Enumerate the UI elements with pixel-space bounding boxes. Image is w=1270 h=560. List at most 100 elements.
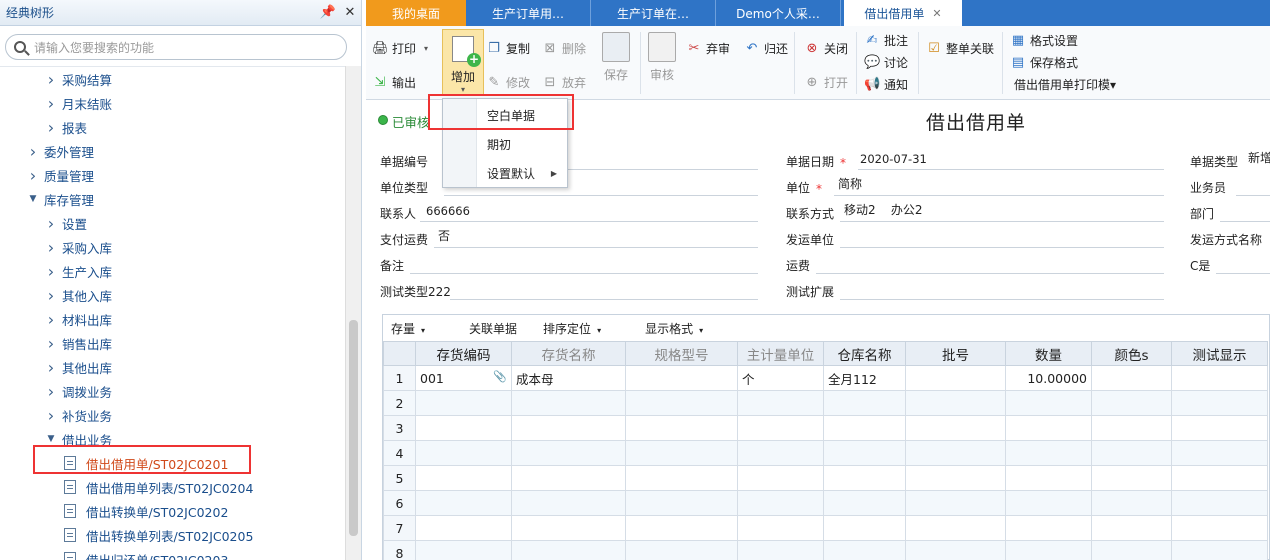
table-cell[interactable] — [1171, 365, 1268, 391]
table-cell[interactable] — [1005, 465, 1092, 491]
table-cell[interactable] — [905, 365, 1006, 391]
table-cell[interactable] — [1091, 540, 1172, 560]
tree-scrollbar[interactable] — [345, 66, 361, 560]
chevron-right-icon[interactable]: › — [44, 214, 58, 233]
table-row[interactable]: 1 001 📎 成本母 个全月112 10.00000 — [383, 365, 1268, 391]
table-cell[interactable] — [625, 540, 738, 560]
contact-field[interactable]: 联系人 666666 — [380, 200, 758, 222]
table-cell[interactable] — [823, 540, 906, 560]
test-ext-field[interactable]: 测试扩展 — [786, 278, 1164, 300]
table-cell[interactable] — [1091, 390, 1172, 416]
tree-node[interactable]: › 月末结账 — [0, 91, 346, 115]
abandon-button[interactable]: ⊟ 放弃 — [542, 74, 586, 91]
copy-button[interactable]: ❐ 复制 — [486, 40, 530, 57]
chevron-right-icon[interactable]: › — [44, 118, 58, 137]
table-cell[interactable] — [737, 540, 824, 560]
chevron-right-icon[interactable]: › — [44, 382, 58, 401]
notify-button[interactable]: 📢 通知 — [864, 76, 908, 93]
attachment-icon[interactable]: 📎 — [493, 370, 507, 383]
chevron-right-icon[interactable]: › — [44, 70, 58, 89]
chevron-right-icon[interactable]: › — [44, 310, 58, 329]
table-cell[interactable] — [415, 415, 512, 441]
table-row[interactable]: 7 — [383, 515, 1268, 541]
tree-leaf[interactable]: 借出借用单列表/ST02JC0204 — [0, 475, 346, 499]
column-header[interactable]: 主计量单位 — [737, 341, 824, 366]
table-cell[interactable] — [1171, 540, 1268, 560]
chevron-right-icon[interactable]: › — [44, 358, 58, 377]
tree-node[interactable]: › 委外管理 — [0, 139, 346, 163]
scrollbar-thumb[interactable] — [349, 320, 358, 536]
tree-node[interactable]: › 其他入库 — [0, 283, 346, 307]
contact-method-field[interactable]: 联系方式 移动2 办公2 — [786, 200, 1164, 222]
table-cell[interactable] — [625, 390, 738, 416]
table-cell[interactable] — [511, 490, 626, 516]
tab-close-icon[interactable]: ✕ — [932, 7, 941, 20]
column-header[interactable]: 批号 — [905, 341, 1006, 366]
table-row[interactable]: 4 — [383, 440, 1268, 466]
tree-node[interactable]: › 其他出库 — [0, 355, 346, 379]
doc-date-field[interactable]: 单据日期 * 2020-07-31 — [786, 148, 1164, 170]
save-button[interactable]: 保存 — [602, 32, 630, 83]
tree-leaf[interactable]: 借出归还单/ST02JC0203 — [0, 547, 346, 560]
modify-button[interactable]: ✎ 修改 — [486, 74, 530, 91]
table-cell[interactable] — [1171, 465, 1268, 491]
table-cell[interactable] — [737, 465, 824, 491]
print-button[interactable]: 🖨 打印 ▾ — [372, 40, 428, 57]
audit-button[interactable]: 审核 — [648, 32, 676, 83]
grid-tool-3[interactable]: 显示格式 ▾ — [645, 320, 721, 337]
chevron-right-icon[interactable]: › — [44, 286, 58, 305]
table-cell[interactable] — [1171, 390, 1268, 416]
table-cell[interactable] — [737, 490, 824, 516]
save-format-button[interactable]: ▤ 保存格式 — [1010, 54, 1078, 71]
menu-item-opening[interactable]: 期初 — [443, 130, 567, 158]
salesman-field[interactable]: 业务员 — [1190, 174, 1270, 196]
column-header[interactable]: 测试显示 — [1171, 341, 1268, 366]
tab-0[interactable]: 我的桌面 — [366, 0, 466, 26]
column-header[interactable]: 仓库名称 — [823, 341, 906, 366]
menu-item-set-default[interactable]: 设置默认 ▶ — [443, 159, 567, 187]
table-cell[interactable] — [1091, 490, 1172, 516]
table-cell[interactable] — [511, 515, 626, 541]
tab-1[interactable]: 生产订单用… — [466, 0, 591, 26]
pin-icon[interactable]: 📌 — [317, 5, 339, 20]
column-header[interactable]: 规格型号 — [625, 341, 738, 366]
table-cell[interactable] — [737, 515, 824, 541]
tree-node[interactable]: › 生产入库 — [0, 259, 346, 283]
table-cell[interactable] — [823, 390, 906, 416]
add-button[interactable]: 增加 ▾ — [442, 29, 484, 95]
table-cell[interactable] — [511, 465, 626, 491]
table-cell[interactable] — [415, 390, 512, 416]
tree-node[interactable]: › 补货业务 — [0, 403, 346, 427]
ship-method-field[interactable]: 发运方式名称 — [1190, 226, 1270, 248]
table-cell[interactable] — [737, 440, 824, 466]
table-cell[interactable]: 001 📎 — [415, 365, 512, 391]
annotate-button[interactable]: ✍ 批注 — [864, 32, 908, 49]
table-cell[interactable] — [905, 415, 1006, 441]
close-icon[interactable]: ✕ — [339, 5, 361, 20]
tree-node[interactable]: › 设置 — [0, 211, 346, 235]
table-cell[interactable] — [415, 515, 512, 541]
table-cell[interactable] — [1005, 540, 1092, 560]
table-cell[interactable] — [625, 515, 738, 541]
test-type-field[interactable]: 测试类型222 — [380, 278, 758, 300]
column-header[interactable] — [383, 341, 416, 366]
unit-field[interactable]: 单位 * 简称 — [786, 174, 1164, 196]
table-cell[interactable] — [1005, 440, 1092, 466]
tree-node[interactable]: › 调拨业务 — [0, 379, 346, 403]
chevron-down-icon[interactable]: ▼ — [26, 194, 40, 204]
tree-leaf[interactable]: 借出转换单/ST02JC0202 — [0, 499, 346, 523]
table-cell[interactable] — [1171, 515, 1268, 541]
tree-node[interactable]: › 材料出库 — [0, 307, 346, 331]
doc-no-field[interactable]: 单据编号 — [380, 148, 758, 170]
print-template-select[interactable]: 借出借用单打印模▾ — [1014, 76, 1116, 93]
table-cell[interactable] — [1091, 515, 1172, 541]
pay-freight-field[interactable]: 支付运费 否 — [380, 226, 758, 248]
table-cell[interactable] — [1091, 465, 1172, 491]
format-settings-button[interactable]: ▦ 格式设置 — [1010, 32, 1078, 49]
table-cell[interactable] — [415, 540, 512, 560]
table-cell[interactable] — [905, 465, 1006, 491]
tree-node[interactable]: ▼ 库存管理 — [0, 187, 346, 211]
tab-2[interactable]: 生产订单在… — [591, 0, 716, 26]
table-cell[interactable] — [737, 415, 824, 441]
table-row[interactable]: 5 — [383, 465, 1268, 491]
